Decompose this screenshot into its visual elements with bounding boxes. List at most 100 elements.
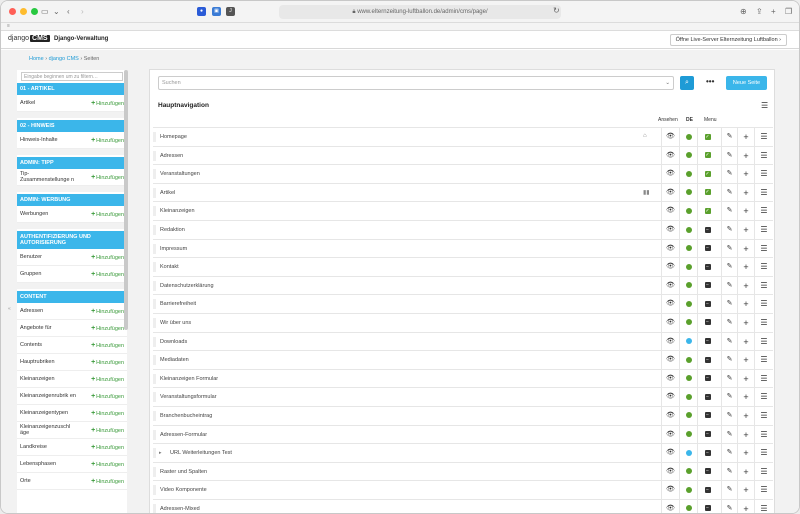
edit-pencil-icon[interactable]: ✎: [721, 276, 737, 296]
language-status[interactable]: [679, 128, 697, 147]
options-menu-icon[interactable]: ☰: [754, 332, 773, 352]
add-child-plus-icon[interactable]: +: [737, 313, 754, 333]
view-page-icon[interactable]: 👁︎: [661, 499, 679, 513]
add-button[interactable]: +Hinzufügen: [91, 359, 124, 366]
page-row[interactable]: Mediadaten 👁︎ − ✎ + ☰: [153, 350, 773, 370]
options-menu-icon[interactable]: ☰: [754, 406, 773, 426]
page-title-link[interactable]: URL Weiterleitungen Test: [170, 450, 232, 456]
language-status[interactable]: [679, 165, 697, 184]
add-child-plus-icon[interactable]: +: [737, 481, 754, 500]
language-status[interactable]: [679, 220, 697, 240]
add-child-plus-icon[interactable]: +: [737, 239, 754, 259]
open-live-server-button[interactable]: Öffne Live-Server Elternzeitung Luftball…: [669, 34, 787, 46]
edit-pencil-icon[interactable]: ✎: [721, 406, 737, 426]
add-child-plus-icon[interactable]: +: [737, 295, 754, 314]
page-title-link[interactable]: Wir über uns: [160, 320, 191, 326]
menu-toggle[interactable]: −: [697, 462, 717, 482]
sidebar-item-label[interactable]: Kleinanzeigenzuschl äge: [20, 424, 78, 436]
expand-arrow-icon[interactable]: ▸: [159, 450, 162, 456]
breadcrumb-home-link[interactable]: Home: [29, 56, 44, 62]
sidebar-item-label[interactable]: Kleinanzeigenrubrik en: [20, 393, 78, 399]
menu-toggle[interactable]: −: [697, 220, 717, 240]
options-menu-icon[interactable]: ☰: [754, 165, 773, 184]
add-button[interactable]: +Hinzufügen: [91, 137, 124, 144]
edit-pencil-icon[interactable]: ✎: [721, 295, 737, 314]
options-menu-icon[interactable]: ☰: [754, 425, 773, 445]
drag-handle[interactable]: [153, 299, 156, 310]
edit-pencil-icon[interactable]: ✎: [721, 388, 737, 407]
page-title-link[interactable]: Redaktion: [160, 227, 185, 233]
add-child-plus-icon[interactable]: +: [737, 220, 754, 240]
page-title-link[interactable]: Datenschutzerklärung: [160, 283, 214, 289]
collapse-sidebar-icon[interactable]: «: [8, 306, 11, 312]
page-title-link[interactable]: Adressen: [160, 153, 183, 159]
maximize-window-button[interactable]: [31, 8, 38, 15]
options-menu-icon[interactable]: ☰: [754, 444, 773, 463]
view-page-icon[interactable]: 👁︎: [661, 128, 679, 147]
edit-pencil-icon[interactable]: ✎: [721, 220, 737, 240]
drag-handle[interactable]: [153, 485, 156, 496]
site-title[interactable]: Django-Verwaltung: [54, 36, 108, 42]
chevron-down-icon[interactable]: ⌄: [53, 6, 60, 18]
sidebar-item-label[interactable]: Lebensphasen: [20, 461, 78, 467]
add-child-plus-icon[interactable]: +: [737, 369, 754, 389]
add-button[interactable]: +Hinzufügen: [91, 308, 124, 315]
language-status[interactable]: [679, 146, 697, 166]
view-page-icon[interactable]: 👁︎: [661, 276, 679, 296]
language-status[interactable]: [679, 499, 697, 513]
drag-handle[interactable]: [153, 429, 156, 440]
search-button[interactable]: ⌕: [680, 76, 694, 90]
sidebar-item-label[interactable]: Angebote für: [20, 325, 78, 331]
page-title-link[interactable]: Video Komponente: [160, 487, 207, 493]
language-status[interactable]: [679, 351, 697, 370]
view-page-icon[interactable]: 👁︎: [661, 220, 679, 240]
view-page-icon[interactable]: 👁︎: [661, 462, 679, 482]
language-status[interactable]: [679, 202, 697, 221]
menu-toggle[interactable]: −: [697, 239, 717, 259]
breadcrumb-app-link[interactable]: django CMS: [49, 56, 79, 62]
page-title-link[interactable]: Kleinanzeigen: [160, 208, 195, 214]
view-page-icon[interactable]: 👁︎: [661, 258, 679, 277]
add-button[interactable]: +Hinzufügen: [91, 444, 124, 451]
more-options-button[interactable]: •••: [706, 76, 714, 88]
language-status[interactable]: [679, 313, 697, 333]
add-button[interactable]: +Hinzufügen: [91, 211, 124, 218]
sidebar-filter-input[interactable]: Eingabe beginnen um zu filtern…: [21, 72, 123, 81]
page-row[interactable]: Wir über uns 👁︎ − ✎ + ☰: [153, 312, 773, 333]
page-row[interactable]: Homepage ⌂ 👁︎ ✓ ✎ + ☰: [153, 127, 773, 147]
tab-icon[interactable]: ≡: [7, 23, 10, 29]
add-child-plus-icon[interactable]: +: [737, 128, 754, 147]
page-row[interactable]: Downloads 👁︎ − ✎ + ☰: [153, 331, 773, 352]
sidebar-item-label[interactable]: Contents: [20, 342, 78, 348]
menu-toggle[interactable]: −: [697, 258, 717, 277]
tabs-overview-icon[interactable]: ❐: [785, 6, 792, 18]
menu-toggle[interactable]: −: [697, 388, 717, 407]
menu-toggle[interactable]: ✓: [697, 183, 717, 203]
drag-handle[interactable]: [153, 187, 156, 198]
language-status[interactable]: [679, 369, 697, 389]
menu-toggle[interactable]: −: [697, 481, 717, 500]
options-menu-icon[interactable]: ☰: [754, 276, 773, 296]
sidebar-item-label[interactable]: Gruppen: [20, 271, 78, 277]
language-status[interactable]: [679, 462, 697, 482]
language-status[interactable]: [679, 406, 697, 426]
drag-handle[interactable]: [153, 336, 156, 347]
drag-handle[interactable]: [153, 355, 156, 366]
menu-toggle[interactable]: −: [697, 499, 717, 513]
page-search-input[interactable]: Suchen ⌄: [158, 76, 674, 90]
language-status[interactable]: [679, 258, 697, 277]
view-page-icon[interactable]: 👁︎: [661, 239, 679, 259]
menu-toggle[interactable]: ✓: [697, 146, 717, 166]
forward-icon[interactable]: ›: [81, 6, 84, 18]
edit-pencil-icon[interactable]: ✎: [721, 499, 737, 513]
django-cms-logo[interactable]: django CMS: [8, 35, 50, 42]
menu-toggle[interactable]: −: [697, 313, 717, 333]
view-page-icon[interactable]: 👁︎: [661, 165, 679, 184]
extension-icon-1[interactable]: ●: [197, 7, 206, 16]
menu-toggle[interactable]: −: [697, 406, 717, 426]
add-button[interactable]: +Hinzufügen: [91, 393, 124, 400]
sidebar-item-label[interactable]: Landkreise: [20, 444, 78, 450]
add-button[interactable]: +Hinzufügen: [91, 100, 124, 107]
sidebar-item-label[interactable]: Werbungen: [20, 211, 78, 217]
add-child-plus-icon[interactable]: +: [737, 165, 754, 184]
